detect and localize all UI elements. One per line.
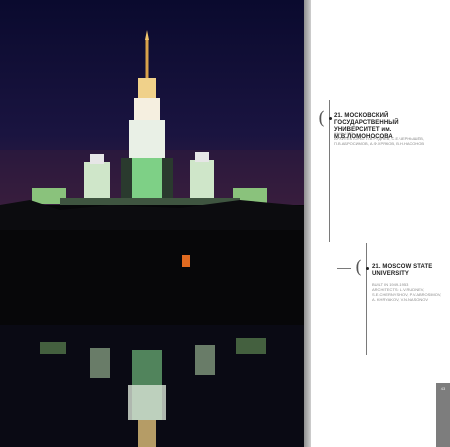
english-title-line2: UNIVERSITY <box>372 271 410 277</box>
text-page <box>311 0 450 447</box>
russian-vertical-rule <box>329 100 330 242</box>
english-bullet <box>366 267 369 270</box>
russian-bullet <box>329 117 332 120</box>
english-meta: BUILT IN 1949-1953 ARCHITECTS: L.V.RUDNE… <box>372 282 446 302</box>
page-tab: 43 <box>436 383 450 447</box>
russian-title-line1: 21. МОСКОВСКИЙ ГОСУДАРСТВЕННЫЙ <box>334 113 399 126</box>
russian-bracket: ( <box>318 108 326 129</box>
russian-architects-line2: П.В.АБРОСИМОВ, А.Ф.ХРЯКОВ, В.Н.НАСОНОВ <box>334 141 425 146</box>
english-title: 21. MOSCOW STATE UNIVERSITY <box>372 264 446 278</box>
page-number: 43 <box>440 386 446 391</box>
book-gutter <box>304 0 311 447</box>
english-vertical-rule <box>366 243 367 355</box>
english-horizontal-rule <box>337 268 351 269</box>
english-bracket: ( <box>355 257 363 278</box>
english-title-line1: 21. MOSCOW STATE <box>372 264 433 270</box>
english-architects-line3: A. KHRYAKOV, V.N.NASONOV <box>372 297 429 302</box>
moscow-university-night-photo <box>0 0 304 447</box>
russian-meta: 1949-1953 АРХИТЕКТОРЫ: Л.В.РУДНЕВ, С.Е.Ч… <box>334 131 446 146</box>
building-illustration <box>0 30 304 447</box>
